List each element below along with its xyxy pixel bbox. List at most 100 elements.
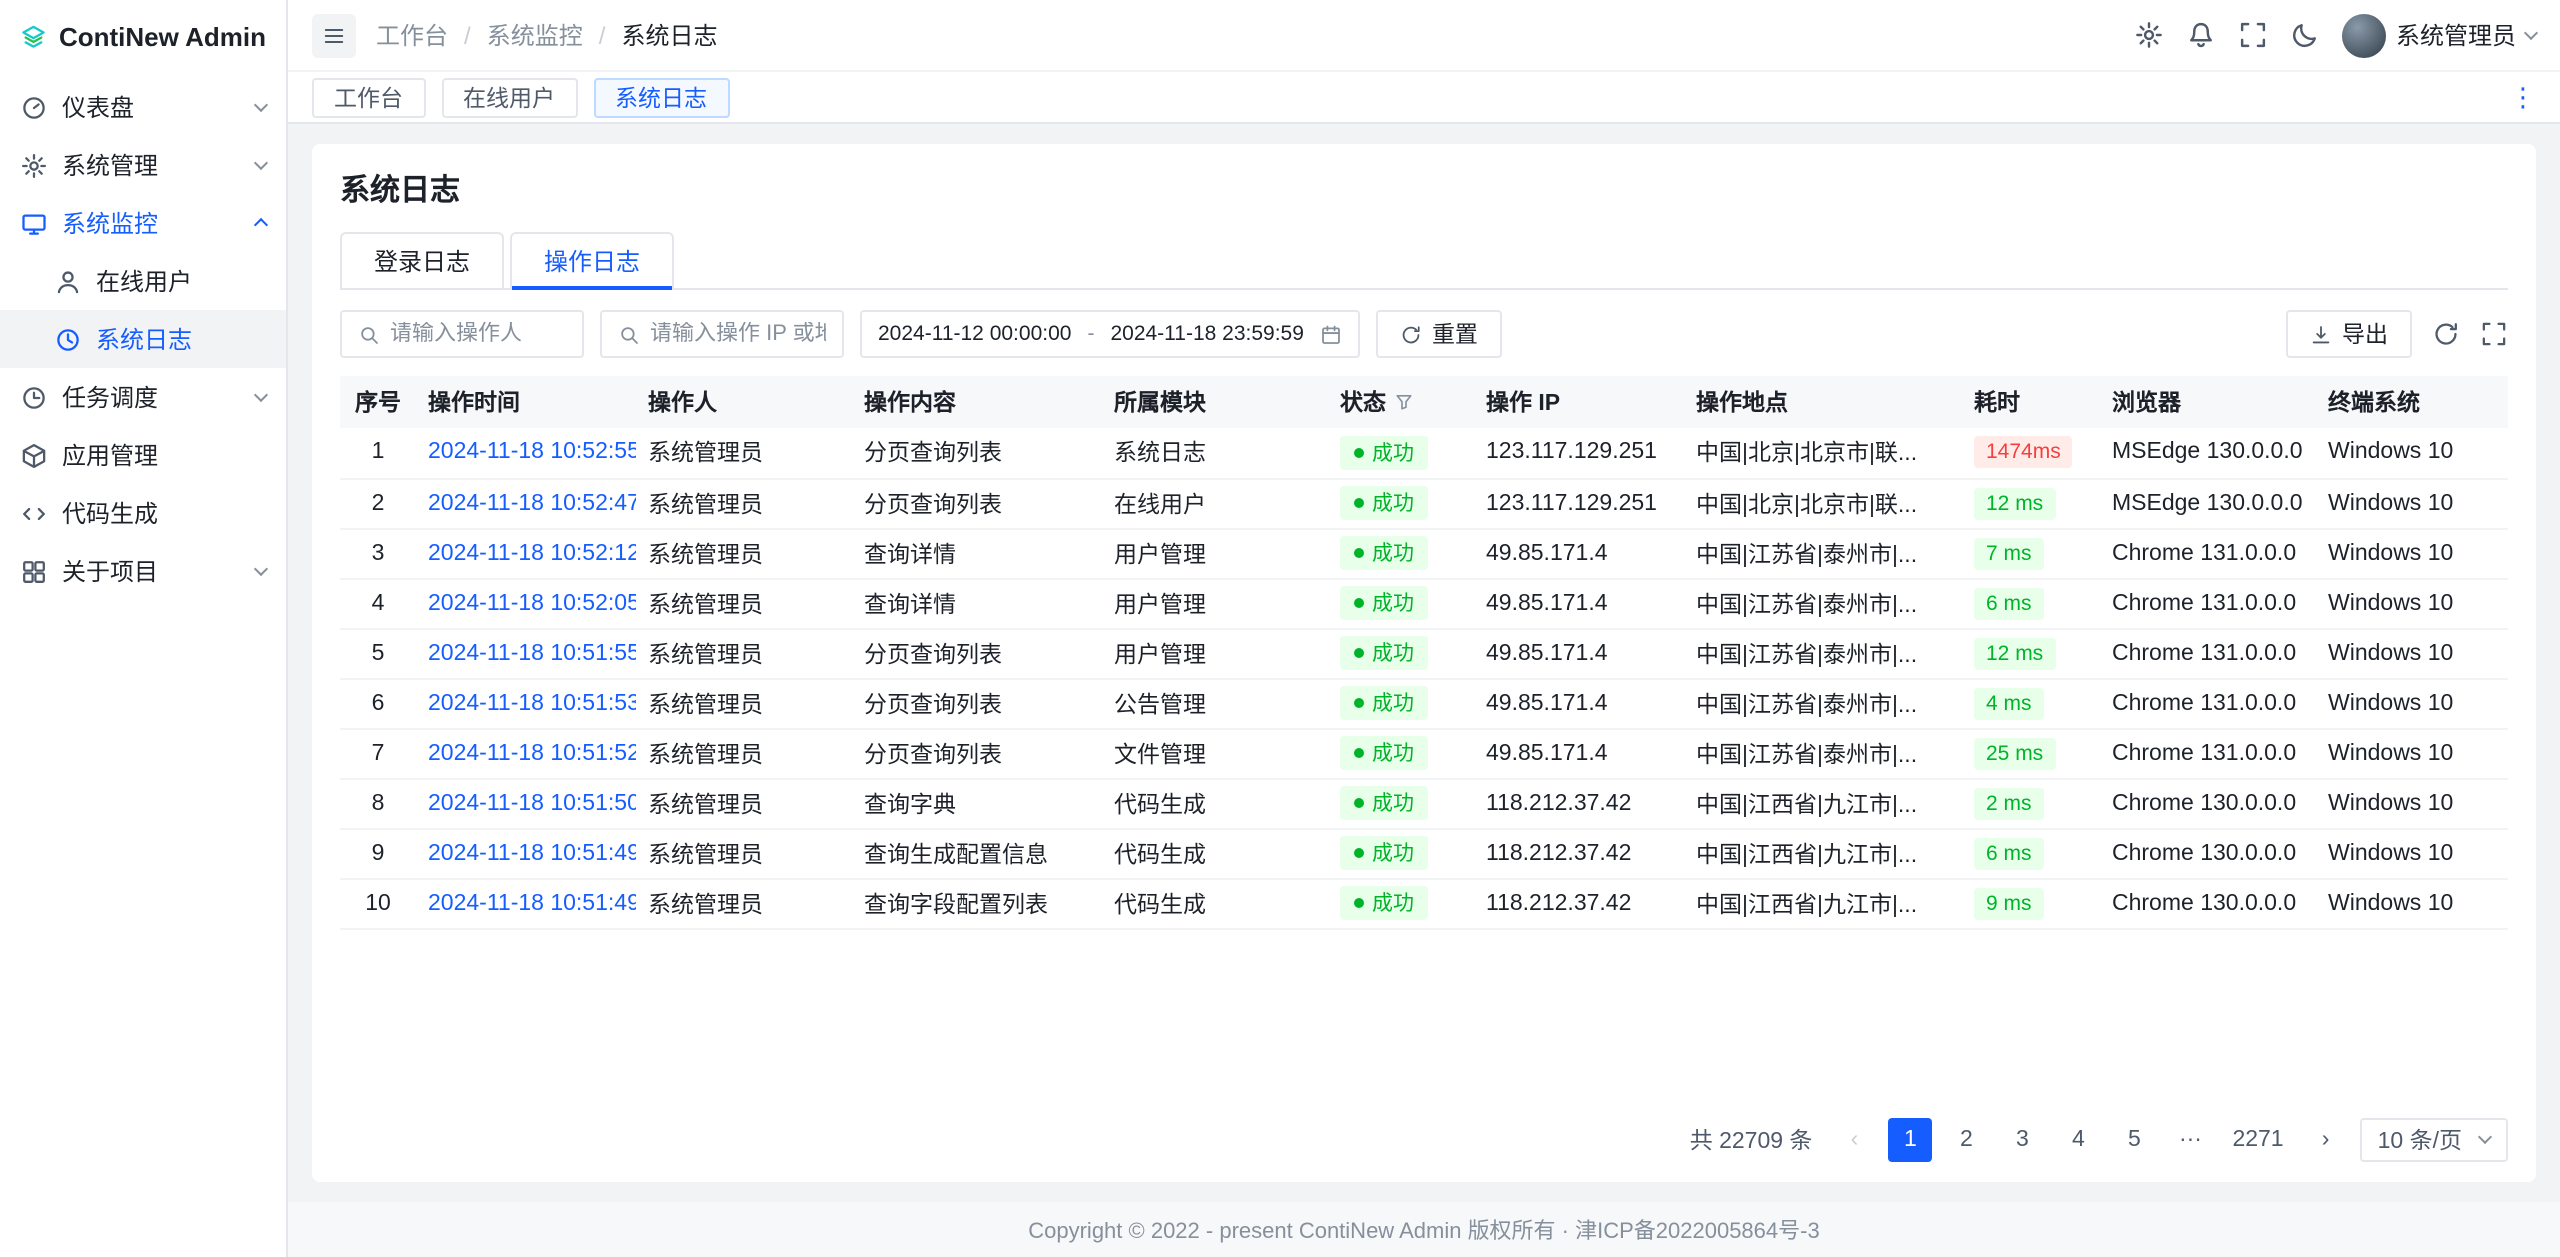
cell-time: 2024-11-18 10:51:55 (416, 628, 636, 678)
pagination-total: 共 22709 条 (1690, 1123, 1813, 1155)
status-badge: 成功 (1340, 636, 1428, 670)
cell-operator: 系统管理员 (636, 778, 852, 828)
log-type-tabs: 登录日志 操作日志 (340, 232, 2508, 290)
cell-browser: Chrome 131.0.0.0 (2100, 628, 2316, 678)
pagination-page-button[interactable]: 2 (1944, 1117, 1988, 1161)
pagination-next-button[interactable]: › (2304, 1117, 2348, 1161)
sidebar-collapse-button[interactable] (312, 13, 356, 57)
sidebar-item-system-monitor[interactable]: 系统监控 (0, 194, 286, 252)
pagination-prev-button[interactable]: ‹ (1832, 1117, 1876, 1161)
log-detail-link[interactable]: 2024-11-18 10:51:49 (428, 891, 636, 915)
status-dot (1354, 648, 1364, 658)
sidebar-item-system-logs[interactable]: 系统日志 (0, 310, 286, 368)
log-detail-link[interactable]: 2024-11-18 10:52:47 (428, 491, 636, 515)
cell-browser: Chrome 131.0.0.0 (2100, 678, 2316, 728)
cell-module: 公告管理 (1102, 678, 1328, 728)
cell-browser: MSEdge 130.0.0.0 (2100, 428, 2316, 478)
log-detail-link[interactable]: 2024-11-18 10:51:52 (428, 741, 636, 765)
box-icon (20, 441, 48, 469)
cell-time: 2024-11-18 10:52:47 (416, 478, 636, 528)
sidebar-item-app-management[interactable]: 应用管理 (0, 426, 286, 484)
page-size-select[interactable]: 10 条/页 (2360, 1117, 2508, 1161)
pagination-page-button[interactable]: 4 (2056, 1117, 2100, 1161)
fullscreen-icon[interactable] (2238, 20, 2268, 50)
dashboard-icon (20, 93, 48, 121)
operator-search-field[interactable] (340, 310, 584, 358)
pagination-page-button[interactable]: 2271 (2224, 1117, 2291, 1161)
cell-content: 查询详情 (852, 578, 1102, 628)
pagination-page-button[interactable]: 5 (2112, 1117, 2156, 1161)
cell-ip: 118.212.37.42 (1474, 778, 1684, 828)
export-button[interactable]: 导出 (2286, 310, 2412, 358)
page-tab[interactable]: 工作台 (312, 77, 425, 117)
col-header-ip: 操作 IP (1474, 376, 1684, 428)
page-tab[interactable]: 在线用户 (441, 77, 577, 117)
tabs-more-icon[interactable]: ⋮ (2510, 84, 2536, 110)
table-header: 序号 操作时间 操作人 操作内容 所属模块 状态 操作 I (340, 376, 2508, 428)
cell-cost: 4 ms (1962, 678, 2100, 728)
cell-status: 成功 (1328, 828, 1474, 878)
ip-search-input[interactable] (650, 322, 826, 346)
header-actions: 系统管理员 (2134, 13, 2536, 57)
table-row: 10 2024-11-18 10:51:49 系统管理员 查询字段配置列表 代码… (340, 878, 2508, 928)
log-detail-link[interactable]: 2024-11-18 10:52:12 (428, 541, 636, 565)
opened-tabs-bar: 工作台 在线用户 系统日志 ⋮ (288, 72, 2560, 124)
status-dot (1354, 798, 1364, 808)
cell-location: 中国|北京|北京市|联... (1684, 478, 1962, 528)
sidebar-item-about-project[interactable]: 关于项目 (0, 542, 286, 600)
log-tab[interactable]: 操作日志 (510, 232, 674, 288)
cost-badge: 12 ms (1974, 487, 2055, 519)
col-header-content: 操作内容 (852, 376, 1102, 428)
log-detail-link[interactable]: 2024-11-18 10:52:55 (428, 441, 636, 465)
sidebar-item-task-schedule[interactable]: 任务调度 (0, 368, 286, 426)
cell-browser: Chrome 130.0.0.0 (2100, 878, 2316, 928)
chevron-down-icon (2524, 26, 2538, 40)
table-fullscreen-icon[interactable] (2480, 320, 2508, 348)
sidebar-item-dashboard[interactable]: 仪表盘 (0, 78, 286, 136)
chevron-down-icon (254, 562, 268, 576)
cell-cost: 1474ms (1962, 428, 2100, 478)
page-tab[interactable]: 系统日志 (593, 77, 729, 117)
app-logo[interactable]: ContiNew Admin (0, 0, 286, 72)
filter-funnel-icon[interactable] (1394, 392, 1414, 412)
breadcrumb-item[interactable]: 系统监控 (487, 18, 583, 52)
page-size-value: 10 条/页 (2378, 1123, 2462, 1155)
dark-mode-moon-icon[interactable] (2290, 20, 2320, 50)
pagination-page-button[interactable]: 1 (1888, 1117, 1932, 1161)
log-detail-link[interactable]: 2024-11-18 10:51:49 (428, 841, 636, 865)
cell-operator: 系统管理员 (636, 528, 852, 578)
reset-button[interactable]: 重置 (1376, 310, 1502, 358)
log-detail-link[interactable]: 2024-11-18 10:51:55 (428, 641, 636, 665)
pagination-page-button[interactable]: 3 (2000, 1117, 2044, 1161)
cell-content: 查询字典 (852, 778, 1102, 828)
sidebar-item-code-generation[interactable]: 代码生成 (0, 484, 286, 542)
cell-operator: 系统管理员 (636, 578, 852, 628)
log-detail-link[interactable]: 2024-11-18 10:51:50 (428, 791, 636, 815)
operator-search-input[interactable] (390, 322, 566, 346)
search-icon (618, 323, 640, 345)
breadcrumb-item[interactable]: 工作台 (376, 18, 448, 52)
cell-time: 2024-11-18 10:51:53 (416, 678, 636, 728)
cell-content: 查询详情 (852, 528, 1102, 578)
table-row: 6 2024-11-18 10:51:53 系统管理员 分页查询列表 公告管理 … (340, 678, 2508, 728)
log-detail-link[interactable]: 2024-11-18 10:52:05 (428, 591, 636, 615)
logo-text: ContiNew Admin (59, 21, 266, 51)
sidebar-item-system-management[interactable]: 系统管理 (0, 136, 286, 194)
breadcrumb-separator: / (599, 21, 606, 49)
gear-icon (20, 151, 48, 179)
cell-time: 2024-11-18 10:52:05 (416, 578, 636, 628)
bell-icon[interactable] (2186, 20, 2216, 50)
cell-cost: 12 ms (1962, 478, 2100, 528)
settings-gear-icon[interactable] (2134, 20, 2164, 50)
sidebar-item-online-users[interactable]: 在线用户 (0, 252, 286, 310)
log-tab[interactable]: 登录日志 (340, 232, 504, 288)
status-badge: 成功 (1340, 836, 1428, 870)
pagination-page-button[interactable]: ··· (2168, 1117, 2212, 1161)
log-detail-link[interactable]: 2024-11-18 10:51:53 (428, 691, 636, 715)
ip-search-field[interactable] (600, 310, 844, 358)
user-menu[interactable]: 系统管理员 (2342, 13, 2536, 57)
date-range-picker[interactable]: 2024-11-12 00:00:00 - 2024-11-18 23:59:5… (860, 310, 1360, 358)
search-icon (358, 323, 380, 345)
cell-index: 10 (340, 878, 416, 928)
refresh-icon[interactable] (2432, 320, 2460, 348)
